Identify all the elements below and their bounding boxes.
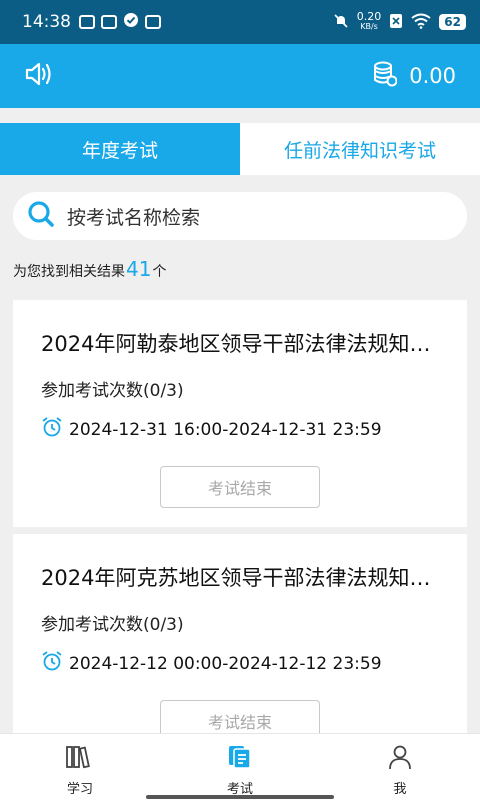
message-icon [145,15,161,29]
books-icon [65,744,95,774]
user-icon [387,744,413,774]
alarm-clock-icon [41,650,63,677]
exam-card[interactable]: 2024年阿克苏地区领导干部法律法规知识考试 参加考试次数(0/3) 2024-… [13,534,467,733]
coin-balance[interactable]: 0.00 [373,60,456,93]
exam-time: 2024-12-31 16:00-2024-12-31 23:59 [41,416,382,443]
coins-icon [373,60,398,93]
exam-title: 2024年阿克苏地区领导干部法律法规知识考试 [41,566,439,590]
bottom-navigation: 学习 考试 我 [0,733,480,800]
status-bar: 14:38 0.20 KB/s 62 [0,0,480,44]
home-indicator[interactable] [146,795,334,799]
exam-attempts: 参加考试次数(0/3) [41,381,184,401]
nav-me[interactable]: 我 [320,734,480,800]
exam-ended-button[interactable]: 考试结束 [160,700,320,733]
exam-document-icon [226,744,254,774]
check-circle-icon [123,12,139,33]
exam-card[interactable]: 2024年阿勒泰地区领导干部法律法规知识考试 参加考试次数(0/3) 2024-… [13,300,467,527]
wifi-icon [411,13,431,32]
exam-attempts: 参加考试次数(0/3) [41,615,184,635]
coin-amount: 0.00 [409,64,456,88]
battery-indicator: 62 [439,14,466,30]
mute-bell-icon [333,13,349,32]
nav-exam[interactable]: 考试 [160,734,320,800]
exam-ended-button[interactable]: 考试结束 [160,466,320,508]
exam-type-tabs: 年度考试 任前法律知识考试 [0,123,480,175]
nav-study[interactable]: 学习 [0,734,160,800]
network-speed: 0.20 KB/s [356,10,382,31]
notification-icons [79,12,161,33]
search-icon [27,200,55,232]
app-notification-icon [79,15,95,29]
speaker-icon[interactable] [24,60,56,92]
result-count: 为您找到相关结果 41 个 [13,257,167,281]
app-notification-icon [101,15,117,29]
result-number: 41 [126,257,152,281]
tab-annual-exam[interactable]: 年度考试 [0,123,240,175]
exam-time: 2024-12-12 00:00-2024-12-12 23:59 [41,650,382,677]
sim-off-icon [389,13,403,32]
tab-pre-appointment-law-exam[interactable]: 任前法律知识考试 [240,123,480,175]
exam-title: 2024年阿勒泰地区领导干部法律法规知识考试 [41,332,439,356]
search-input[interactable]: 按考试名称检索 [13,192,467,240]
status-time: 14:38 [22,12,71,32]
search-placeholder: 按考试名称检索 [67,206,201,229]
app-header: 0.00 [0,44,480,108]
alarm-clock-icon [41,416,63,443]
system-icons: 0.20 KB/s 62 [333,10,466,32]
